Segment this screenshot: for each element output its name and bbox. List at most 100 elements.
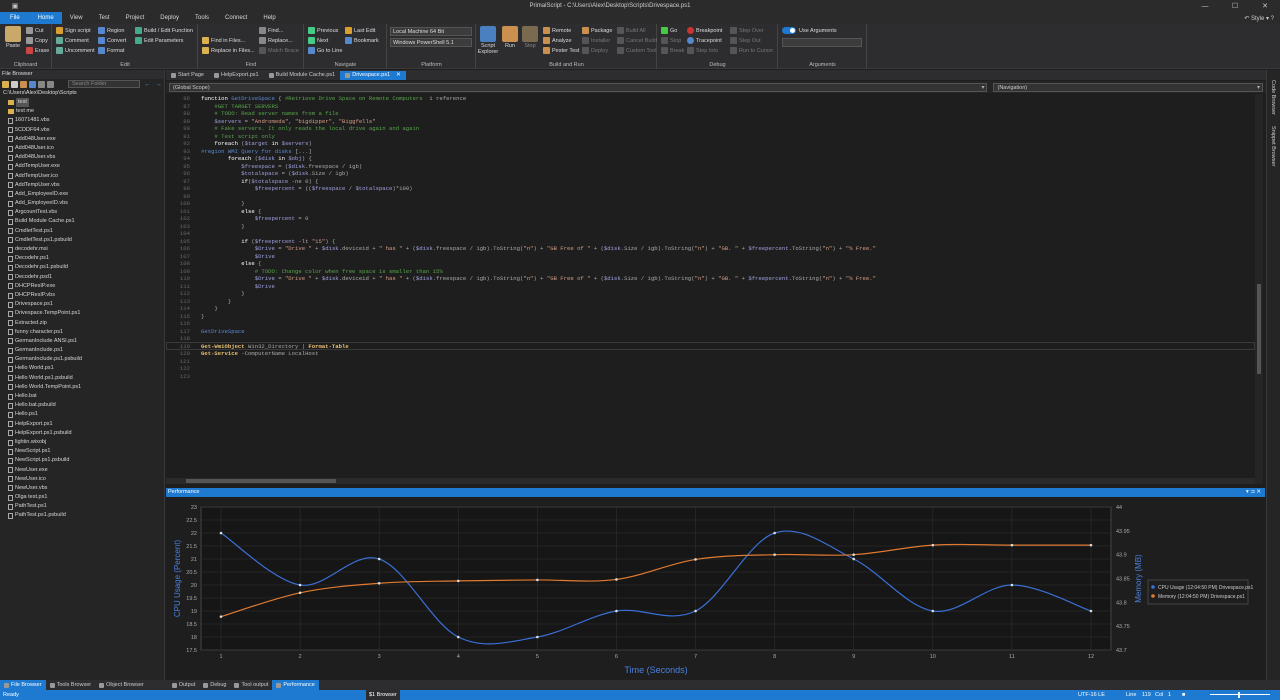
previous-button[interactable]: Previous [308,27,338,36]
file-list-item[interactable]: Hello.ps1 [8,410,164,419]
menu-home[interactable]: Home [29,12,62,24]
folder-icon[interactable] [2,80,9,88]
tab-file-browser[interactable]: File Browser [0,680,46,690]
replace-button[interactable]: Replace... [259,37,293,46]
code-line[interactable]: foreach ($target in $servers) [201,140,311,147]
file-list-item[interactable]: test me [8,107,164,116]
refresh-icon[interactable] [11,80,18,88]
code-line[interactable]: # TODO: Change color when free space is … [201,268,443,275]
file-list-item[interactable]: CmdletTest.ps1 [8,227,164,236]
code-line[interactable]: GetDriveSpace [201,328,245,335]
file-list-item[interactable]: Add048User.ico [8,144,164,153]
sync-icon[interactable] [29,80,36,88]
file-list-item[interactable]: test [8,98,164,108]
erase-button[interactable]: Erase [26,47,49,56]
go-button[interactable]: Go [661,27,677,36]
run-button[interactable]: Run [499,26,521,49]
navigation-select[interactable]: (Navigation) [993,82,1263,92]
zoom-slider-thumb[interactable] [1238,692,1240,698]
menu-deploy[interactable]: Deploy [152,12,187,24]
tab-performance[interactable]: Performance [272,680,319,690]
script-explorer-button[interactable]: Script Explorer [477,26,499,55]
file-list-item[interactable]: decodehr.msi [8,245,164,254]
menu-view[interactable]: View [62,12,91,24]
code-line[interactable]: $freepercent = (($freespace / $totalspac… [201,185,413,192]
file-list-item[interactable]: Olga test.ps1 [8,493,164,502]
build-function-button[interactable]: Build / Edit Function [135,27,193,36]
code-line[interactable]: if ($freepercent -lt "15") { [201,238,335,245]
zoom-slider[interactable] [1210,694,1270,695]
file-list-item[interactable]: 16071481.vbs [8,116,164,125]
file-list-item[interactable]: GermanInclude.ps1.psbuild [8,355,164,364]
file-list-item[interactable]: Hello World.TempPoint.ps1 [8,383,164,392]
file-list-item[interactable]: funny character.ps1 [8,328,164,337]
file-list-item[interactable]: GermanInclude ANSI.ps1 [8,337,164,346]
tab-document[interactable]: Build Module Cache.ps1 [264,71,341,80]
close-icon[interactable]: ✕ [1250,2,1280,10]
vertical-scrollbar[interactable] [1255,94,1263,484]
code-line[interactable]: if($totalspace -ne 0) { [201,178,318,185]
file-list-item[interactable]: DHCPResIP.vbs [8,291,164,300]
code-line[interactable]: $freespace = ($disk.freespace / 1gb) [201,163,362,170]
menu-project[interactable]: Project [118,12,153,24]
tab-document[interactable]: Drivespace.ps1 ✕ [340,71,406,80]
find-button[interactable]: Find... [259,27,283,36]
back-arrow-icon[interactable]: ← [142,81,153,88]
file-list-item[interactable]: Add_EmployeeID.vbs [8,199,164,208]
file-list-item[interactable]: ArgcountTest.vbs [8,208,164,217]
tab-tool-output[interactable]: Tool output [230,680,272,690]
tab-object-browser[interactable]: Object Browser [95,680,148,690]
code-line[interactable]: $servers = "Andromeda", "bigdipper", "Bi… [201,118,375,125]
scroll-thumb[interactable] [186,479,336,483]
code-line[interactable]: $freepercent = 0 [201,215,309,222]
menu-help[interactable]: Help [255,12,283,24]
analyze-button[interactable]: Analyze [543,37,572,46]
code-line[interactable]: # Test script only [201,133,274,140]
uncomment-button[interactable]: Uncomment [56,47,95,56]
breakpoint-button[interactable]: Breakpoint [687,27,722,36]
code-line[interactable]: #GET TARGET SERVERS [201,103,278,110]
global-scope-select[interactable]: (Global Scope) [169,82,988,92]
file-list-item[interactable]: NewUser.ico [8,475,164,484]
open-icon[interactable] [20,80,27,88]
code-line[interactable]: # TODO: Read server names from a file [201,110,338,117]
file-list-item[interactable]: 5CDDF64.vbs [8,126,164,135]
installer-button[interactable]: Installer [582,37,610,46]
code-line[interactable]: } [201,290,244,297]
stop-debug-button[interactable]: Stop [661,37,681,46]
code-line[interactable]: Get-Service -ComputerName LocalHost [201,350,319,357]
arguments-input[interactable] [782,38,862,47]
next-button[interactable]: Next [308,37,328,46]
file-list-item[interactable]: HelpExport.ps1 [8,420,164,429]
convert-button[interactable]: Convert [98,37,126,46]
file-list-item[interactable]: Hello World.ps1 [8,364,164,373]
file-list-item[interactable]: NewScript.ps1 [8,447,164,456]
code-editor[interactable]: 86 function GetDriveSpace { #Retrieve Dri… [166,94,1255,484]
maximize-icon[interactable]: ☐ [1220,2,1250,10]
deploy-button[interactable]: Deploy [582,47,608,56]
forward-arrow-icon[interactable]: → [155,81,164,88]
tab-tools-browser[interactable]: Tools Browser [46,680,96,690]
code-line[interactable] [201,193,255,200]
file-list-item[interactable]: NewUser.exe [8,466,164,475]
tab-document[interactable]: HelpExport.ps1 [209,71,264,80]
code-line[interactable]: $Drive [201,283,275,290]
last-edit-button[interactable]: Last Edit [345,27,375,36]
file-list-item[interactable]: PathTest.ps1 [8,502,164,511]
filter-icon[interactable] [38,80,45,88]
code-line[interactable]: else { [201,260,261,267]
file-list-item[interactable]: CmdletTest.ps1.psbuild [8,236,164,245]
format-button[interactable]: Format [98,47,124,56]
tab-document[interactable]: Start Page [166,71,209,80]
menu-tools[interactable]: Tools [187,12,217,24]
pester-test-button[interactable]: Pester Test [543,47,579,56]
go-to-line-button[interactable]: Go to Line [308,47,342,56]
comment-button[interactable]: Comment [56,37,89,46]
file-list-item[interactable]: Extracted.zip [8,319,164,328]
file-list-item[interactable]: AddTempUser.vbs [8,181,164,190]
menu-file[interactable]: File [0,12,30,24]
code-line[interactable]: } [201,305,217,312]
cut-button[interactable]: Cut [26,27,44,36]
replace-in-files-button[interactable]: Replace in Files... [202,47,255,56]
paste-button[interactable]: Paste [2,26,24,49]
